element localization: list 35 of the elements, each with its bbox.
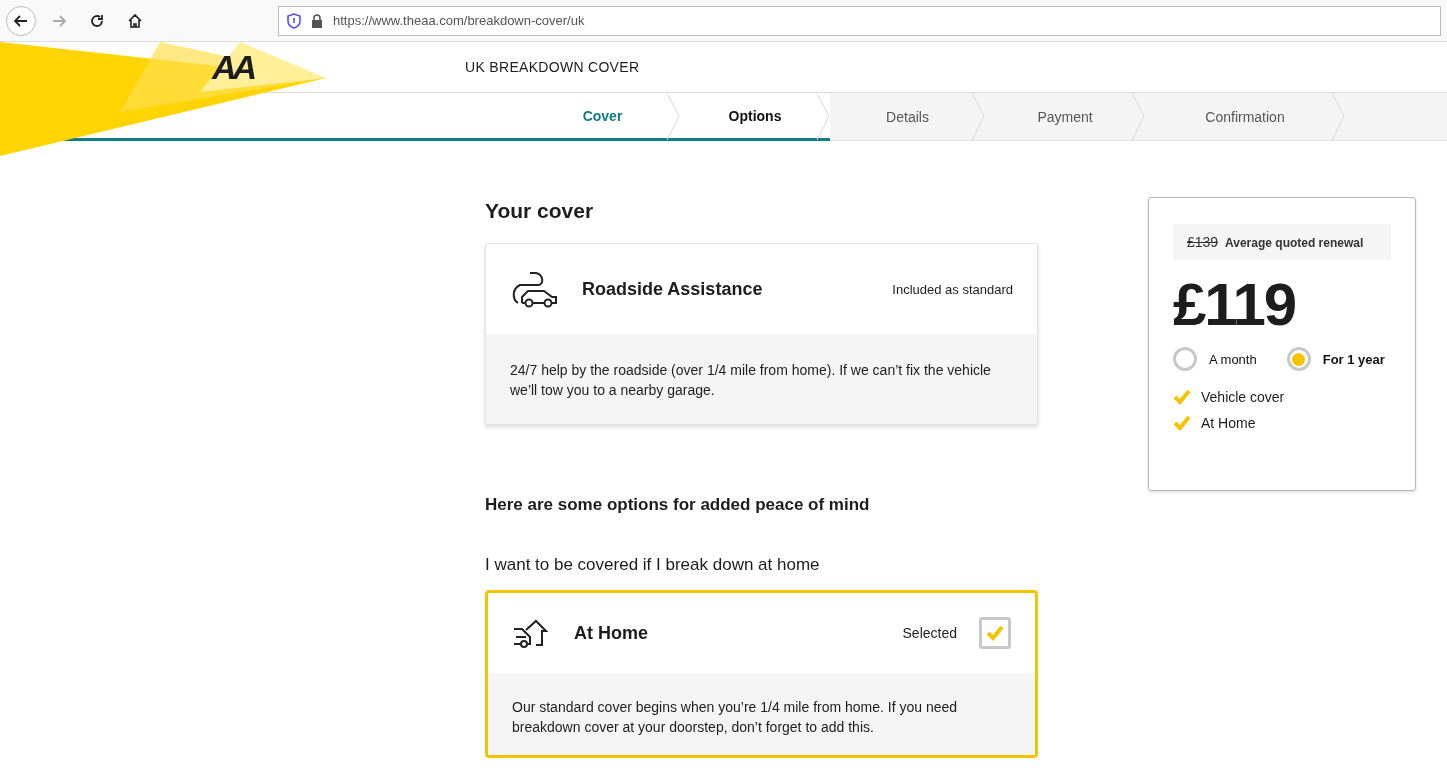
address-bar[interactable]: https://www.theaa.com/breakdown-cover/uk (278, 5, 1441, 36)
lock-icon (311, 13, 323, 28)
period-radio[interactable]: A month (1173, 347, 1257, 371)
check-icon (986, 625, 1004, 641)
included-item: Vehicle cover (1201, 389, 1285, 405)
check-icon (1173, 389, 1191, 405)
url-text: https://www.theaa.com/breakdown-cover/uk (333, 13, 585, 28)
option-status: Selected (902, 625, 957, 641)
progress-step[interactable]: Details (830, 93, 985, 140)
back-button[interactable] (6, 5, 36, 36)
section-heading: Your cover (485, 199, 595, 223)
options-heading: Here are some options for added peace of mind (485, 495, 871, 515)
renewal-note: £139 Average quoted renewal (1173, 224, 1391, 260)
progress-step[interactable]: Confirmation (1145, 93, 1345, 140)
options-question: I want to be covered if I break down at home (485, 555, 821, 575)
period-radio[interactable]: For 1 year (1286, 347, 1385, 371)
car-icon (510, 269, 560, 309)
cover-note: Included as standard (892, 281, 1013, 297)
progress-step[interactable]: Payment (985, 93, 1145, 140)
option-checkbox[interactable] (979, 617, 1011, 649)
back-arrow-icon (13, 12, 29, 29)
reload-icon (89, 12, 105, 29)
shield-icon (287, 12, 301, 29)
progress-step[interactable]: Options (680, 93, 830, 141)
option-description: Our standard cover begins when you’re 1/4 mile from home. If you need breakdown cover at your doorstep, don’t forget to add this. (488, 673, 1035, 755)
progress-step[interactable]: Cover (525, 93, 680, 141)
home-icon (127, 12, 143, 29)
page-title: UK BREAKDOWN COVER (465, 59, 640, 75)
check-icon (1173, 415, 1191, 431)
included-item: At Home (1201, 415, 1256, 431)
cover-description: 24/7 help by the roadside (over 1/4 mile from home). If we can’t fix the vehicle we’ll tow you to a nearby garage. (486, 334, 1037, 424)
forward-arrow-icon (51, 12, 67, 29)
price: £119 (1173, 270, 1297, 339)
cover-title: Roadside Assistance (582, 278, 764, 300)
option-title: At Home (574, 622, 649, 644)
